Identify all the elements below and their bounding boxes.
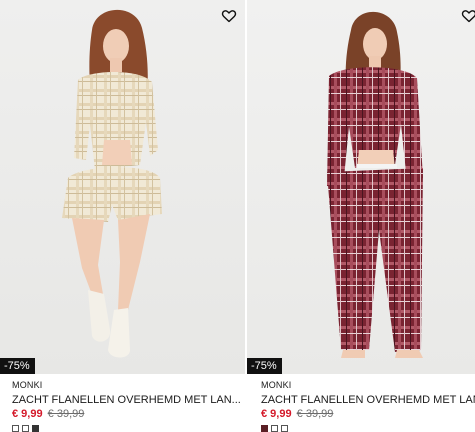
discount-badge: -75% <box>247 358 282 374</box>
sale-price: € 9,99 <box>12 408 43 420</box>
original-price: € 39,99 <box>47 408 85 420</box>
color-swatch[interactable] <box>271 425 278 432</box>
original-price: € 39,99 <box>296 408 334 420</box>
sale-price: € 9,99 <box>261 408 292 420</box>
color-swatches <box>261 425 475 432</box>
price-row: € 9,99 € 39,99 <box>12 408 245 420</box>
discount-badge: -75% <box>0 358 35 374</box>
heart-outline-icon[interactable] <box>221 8 237 24</box>
product-brand: MONKI <box>261 380 292 390</box>
color-swatch[interactable] <box>12 425 19 432</box>
color-swatch[interactable] <box>281 425 288 432</box>
product-image[interactable]: -75% <box>247 0 475 374</box>
product-info: MONKI ZACHT FLANELLEN OVERHEMD MET LAN..… <box>0 374 245 432</box>
product-image[interactable]: -75% <box>0 0 245 374</box>
product-card[interactable]: -75% MONKI ZACHT FLANELLEN OVERHEMD MET … <box>0 0 245 432</box>
model-photo-burgundy-pyjama <box>327 11 423 358</box>
product-info: MONKI ZACHT FLANELLEN OVERHEMD MET LAN..… <box>245 374 475 432</box>
price-row: € 9,99 € 39,99 <box>261 408 475 420</box>
color-swatch[interactable] <box>32 425 39 432</box>
color-swatch[interactable] <box>22 425 29 432</box>
heart-outline-icon[interactable] <box>461 8 475 24</box>
product-grid: -75% MONKI ZACHT FLANELLEN OVERHEMD MET … <box>0 0 475 432</box>
product-card[interactable]: -75% MONKI ZACHT FLANELLEN OVERHEMD MET … <box>245 0 475 432</box>
product-title[interactable]: ZACHT FLANELLEN OVERHEMD MET LAN... <box>261 394 475 406</box>
model-photo-cream-pyjama <box>62 9 162 358</box>
color-swatches <box>12 425 245 432</box>
color-swatch[interactable] <box>261 425 268 432</box>
product-brand: MONKI <box>12 380 43 390</box>
product-title[interactable]: ZACHT FLANELLEN OVERHEMD MET LAN... <box>12 394 245 406</box>
